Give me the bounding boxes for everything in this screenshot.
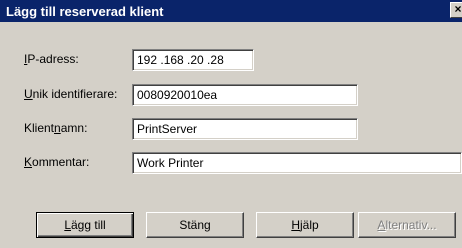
- unique-identifier-label: Unik identifierare:: [24, 87, 118, 101]
- unique-identifier-field[interactable]: 0080920010ea: [132, 84, 358, 106]
- close-icon[interactable]: ×: [450, 2, 462, 18]
- add-button[interactable]: Lägg till: [36, 212, 134, 238]
- client-name-label: Klientnamn:: [24, 121, 88, 135]
- ip-address-label: IP-adress:: [24, 52, 79, 66]
- close-button[interactable]: Stäng: [146, 212, 244, 238]
- comment-label: Kommentar:: [24, 155, 90, 169]
- options-button: Alternativ...: [358, 212, 456, 238]
- ip-address-field[interactable]: 192 .168 .20 .28: [132, 49, 254, 71]
- comment-field[interactable]: Work Printer: [132, 152, 462, 174]
- help-button[interactable]: Hjälp: [256, 212, 354, 238]
- client-name-field[interactable]: PrintServer: [132, 118, 358, 140]
- dialog-title: Lägg till reserverad klient: [6, 4, 164, 19]
- title-bar: Lägg till reserverad klient ×: [0, 0, 462, 22]
